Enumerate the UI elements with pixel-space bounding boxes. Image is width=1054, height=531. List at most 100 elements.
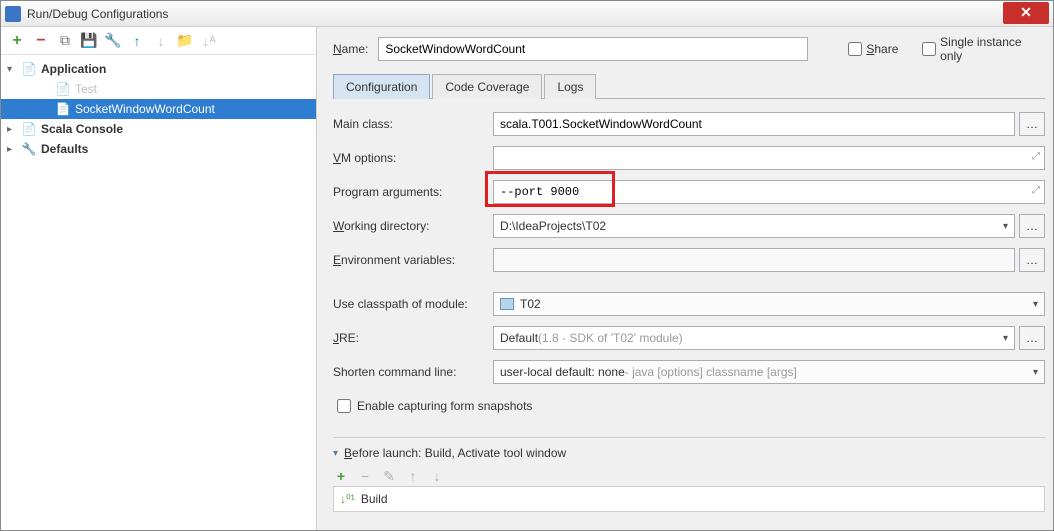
row-vm-options: VM options: ⤢ [333,145,1045,171]
classpath-select[interactable]: T02 ▾ [493,292,1045,316]
chevron-down-icon: ▾ [1033,299,1038,310]
tree-node-swwc[interactable]: 📄 SocketWindowWordCount [1,99,316,119]
move-down-button[interactable]: ↓ [151,31,171,51]
expand-icon: ▾ [7,64,21,75]
tree-label: Test [75,82,97,96]
tree-label: Application [41,62,106,76]
classpath-label: Use classpath of module: [333,297,493,311]
snapshot-label: Enable capturing form snapshots [357,399,532,413]
jre-value: Default [500,331,538,345]
tree-node-defaults[interactable]: ▸ 🔧 Defaults [1,139,316,159]
single-instance-row: Single instance only [922,35,1045,63]
settings-button[interactable]: 🔧 [103,31,123,51]
jre-select[interactable]: Default (1.8 - SDK of 'T02' module) ▾ [493,326,1015,350]
working-dir-value: D:\IdeaProjects\T02 [500,219,606,233]
row-snapshot: Enable capturing form snapshots [333,393,1045,419]
vm-options-label: VM options: [333,151,493,165]
add-config-button[interactable]: + [7,31,27,51]
tab-logs[interactable]: Logs [544,74,596,99]
save-config-button[interactable]: 💾 [79,31,99,51]
expand-icon[interactable]: ⤢ [1032,185,1040,196]
tab-code-coverage[interactable]: Code Coverage [432,74,542,99]
body: + − ⧉ 💾 🔧 ↑ ↓ 📁 ↓ᴬ ▾ 📄 Application 📄 [1,27,1053,530]
application-icon: 📄 [21,62,37,76]
copy-config-button[interactable]: ⧉ [55,31,75,51]
move-up-button[interactable]: ↑ [127,31,147,51]
config-toolbar: + − ⧉ 💾 🔧 ↑ ↓ 📁 ↓ᴬ [1,27,316,55]
config-tree: ▾ 📄 Application 📄 Test 📄 SocketWindowWor… [1,55,316,530]
single-instance-label: Single instance only [940,35,1045,63]
defaults-icon: 🔧 [21,142,37,156]
tree-label: SocketWindowWordCount [75,102,215,116]
task-down-button[interactable]: ↓ [429,468,445,484]
expand-icon: ▸ [7,124,21,135]
dialog-window: Run/Debug Configurations ✕ + − ⧉ 💾 🔧 ↑ ↓… [0,0,1054,531]
titlebar: Run/Debug Configurations ✕ [1,1,1053,27]
browse-working-dir-button[interactable]: … [1019,214,1045,238]
row-working-dir: Working directory: D:\IdeaProjects\T02 ▾… [333,213,1045,239]
scala-icon: 📄 [21,122,37,136]
jre-hint: (1.8 - SDK of 'T02' module) [538,331,683,345]
row-env-vars: Environment variables: … [333,247,1045,273]
tabs: Configuration Code Coverage Logs [333,73,1045,99]
edit-task-button[interactable]: ✎ [381,468,397,484]
left-pane: + − ⧉ 💾 🔧 ↑ ↓ 📁 ↓ᴬ ▾ 📄 Application 📄 [1,27,317,530]
jre-label: JRE: [333,331,493,345]
sort-button[interactable]: ↓ᴬ [199,31,219,51]
chevron-down-icon: ▾ [1033,367,1038,378]
folder-button[interactable]: 📁 [175,31,195,51]
app-icon [5,6,21,22]
remove-config-button[interactable]: − [31,31,51,51]
add-task-button[interactable]: + [333,468,349,484]
env-vars-input[interactable] [493,248,1015,272]
name-label: Name: [333,42,368,56]
expand-icon: ▸ [7,144,21,155]
working-dir-label: Working directory: [333,219,493,233]
row-main-class: Main class: … [333,111,1045,137]
shorten-select[interactable]: user-local default: none - java [options… [493,360,1045,384]
row-jre: JRE: Default (1.8 - SDK of 'T02' module)… [333,325,1045,351]
build-icon: ↓⁰¹ [340,492,355,506]
expand-icon[interactable]: ⤢ [1032,151,1040,162]
tree-node-application[interactable]: ▾ 📄 Application [1,59,316,79]
env-vars-label: Environment variables: [333,253,493,267]
share-label: Share [866,42,898,56]
single-instance-checkbox[interactable] [922,42,936,56]
browse-jre-button[interactable]: … [1019,326,1045,350]
name-input[interactable] [378,37,808,61]
before-launch-header[interactable]: ▾ Before launch: Build, Activate tool wi… [333,446,1045,460]
window-title: Run/Debug Configurations [27,7,168,21]
shorten-value: user-local default: none [500,365,625,379]
chevron-down-icon: ▾ [1003,333,1008,344]
tree-label: Defaults [41,142,88,156]
tree-node-test[interactable]: 📄 Test [1,79,316,99]
shorten-label: Shorten command line: [333,365,493,379]
config-icon: 📄 [55,102,71,116]
config-icon: 📄 [55,82,71,96]
tree-label: Scala Console [41,122,123,136]
chevron-down-icon: ▾ [1003,221,1008,232]
main-class-input[interactable] [493,112,1015,136]
program-args-label: Program arguments: [333,185,493,199]
tree-node-scala-console[interactable]: ▸ 📄 Scala Console [1,119,316,139]
row-program-args: Program arguments: ⤢ [333,179,1045,205]
share-checkbox[interactable] [848,42,862,56]
vm-options-input[interactable]: ⤢ [493,146,1045,170]
before-launch-label: Before launch: Build, Activate tool wind… [344,446,566,460]
tab-configuration[interactable]: Configuration [333,74,430,99]
close-button[interactable]: ✕ [1003,2,1049,24]
program-args-input[interactable]: ⤢ [493,180,1045,204]
divider [333,437,1045,438]
module-icon [500,298,514,310]
browse-main-class-button[interactable]: … [1019,112,1045,136]
task-list[interactable]: ↓⁰¹ Build [333,486,1045,512]
form-area: Main class: … VM options: ⤢ Program argu… [333,99,1045,530]
working-dir-input[interactable]: D:\IdeaProjects\T02 ▾ [493,214,1015,238]
row-classpath: Use classpath of module: T02 ▾ [333,291,1045,317]
task-up-button[interactable]: ↑ [405,468,421,484]
collapse-icon: ▾ [333,448,338,459]
shorten-hint: - java [options] classname [args] [625,365,797,379]
snapshot-checkbox[interactable] [337,399,351,413]
browse-env-button[interactable]: … [1019,248,1045,272]
remove-task-button[interactable]: − [357,468,373,484]
